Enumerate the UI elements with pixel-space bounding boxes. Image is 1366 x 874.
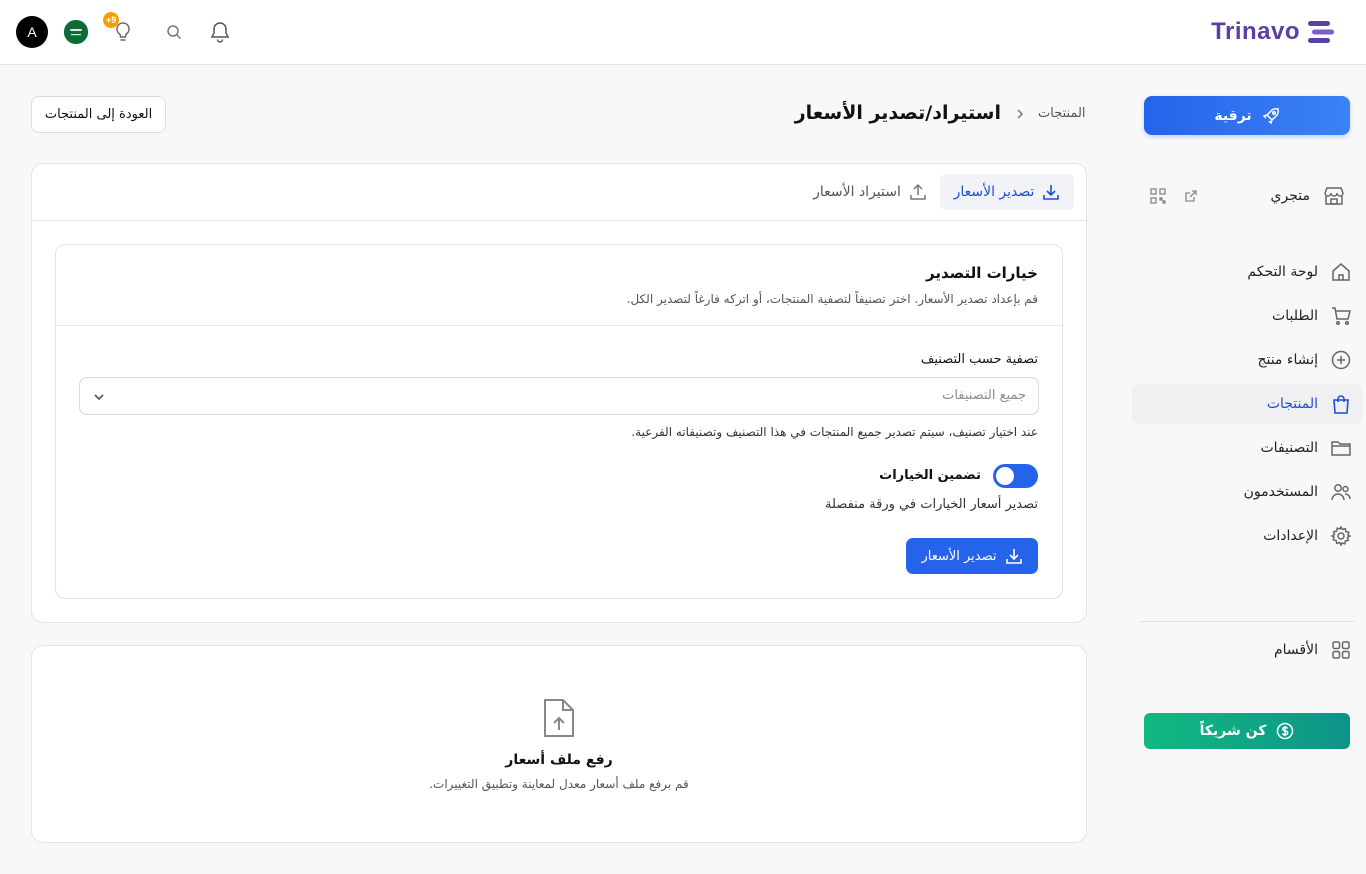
search-icon[interactable] — [166, 24, 182, 40]
tab-label: تصدير الأسعار — [953, 184, 1035, 200]
sidebar-item-sections[interactable]: الأقسام — [1132, 630, 1362, 670]
sidebar-item-settings[interactable]: الإعدادات — [1132, 516, 1362, 556]
export-options-subtitle: قم بإعداد تصدير الأسعار. اختر تصنيفاً لت… — [626, 292, 1038, 306]
download-icon — [1042, 183, 1060, 201]
sidebar-item-label: الأقسام — [1274, 642, 1318, 658]
download-icon — [1005, 547, 1023, 565]
include-variants-description: تصدير أسعار الخيارات في ورقة منفصلة — [825, 497, 1038, 512]
upload-title: رفع ملف أسعار — [505, 752, 613, 768]
export-prices-button[interactable]: تصدير الأسعار — [906, 538, 1038, 574]
panel-divider — [56, 325, 1062, 326]
grid-icon — [1330, 639, 1352, 661]
sidebar-item-categories[interactable]: التصنيفات — [1132, 428, 1362, 468]
back-to-products-button[interactable]: العودة إلى المنتجات — [31, 96, 166, 133]
brand-name: Trinavo — [1211, 18, 1300, 45]
sidebar-item-products[interactable]: المنتجات — [1132, 384, 1362, 424]
sidebar-item-orders[interactable]: الطلبات — [1132, 296, 1362, 336]
external-link-icon[interactable] — [1184, 189, 1198, 203]
store-label: متجري — [1270, 188, 1310, 204]
tab-import-prices[interactable]: استيراد الأسعار — [806, 174, 934, 210]
sidebar-item-label: التصنيفات — [1260, 440, 1319, 456]
user-avatar[interactable]: A — [16, 16, 48, 48]
top-bar — [0, 0, 1366, 65]
users-icon — [1330, 481, 1352, 503]
breadcrumb-products[interactable]: المنتجات — [1038, 106, 1086, 121]
bell-icon[interactable] — [210, 21, 230, 43]
sidebar-item-label: إنشاء منتج — [1257, 352, 1318, 368]
flag-icon[interactable] — [64, 20, 88, 44]
upload-prices-card[interactable] — [31, 645, 1087, 843]
gear-icon — [1330, 525, 1352, 547]
my-store-row[interactable]: متجري — [1140, 180, 1354, 214]
include-variants-toggle[interactable] — [993, 464, 1038, 488]
chevron-down-icon — [92, 390, 106, 404]
tab-label: استيراد الأسعار — [813, 184, 901, 200]
brand-logo[interactable]: Trinavo — [1211, 18, 1334, 46]
qr-code-icon[interactable] — [1150, 188, 1166, 204]
tab-export-prices[interactable]: تصدير الأسعار — [940, 174, 1074, 210]
logo-mark-icon — [1308, 20, 1334, 44]
select-placeholder: جميع التصنيفات — [942, 388, 1026, 403]
export-button-label: تصدير الأسعار — [921, 548, 997, 564]
partner-label: كن شريكاً — [1199, 723, 1267, 739]
home-icon — [1330, 261, 1352, 283]
export-options-title: خيارات التصدير — [926, 264, 1038, 282]
sidebar-item-label: الطلبات — [1272, 308, 1318, 324]
cart-icon — [1330, 305, 1352, 327]
chevron-right-icon — [1014, 108, 1026, 120]
include-variants-label: تضمين الخيارات — [879, 468, 981, 483]
toggle-knob — [996, 467, 1014, 485]
sidebar-item-label: المنتجات — [1266, 396, 1318, 412]
category-filter-select[interactable]: جميع التصنيفات — [79, 377, 1039, 415]
dollar-circle-icon — [1276, 722, 1294, 740]
store-icon — [1322, 184, 1346, 208]
upgrade-button[interactable]: ترقية — [1144, 96, 1350, 135]
category-filter-hint: عند اختيار تصنيف، سيتم تصدير جميع المنتج… — [631, 425, 1038, 439]
sidebar-item-users[interactable]: المستخدمون — [1132, 472, 1362, 512]
tabs-divider — [32, 220, 1086, 221]
sidebar-item-label: لوحة التحكم — [1247, 264, 1318, 280]
plus-circle-icon — [1330, 349, 1352, 371]
folder-icon — [1330, 437, 1352, 459]
upload-icon — [909, 183, 927, 201]
category-filter-label: تصفية حسب التصنيف — [920, 352, 1038, 367]
become-partner-button[interactable]: كن شريكاً — [1144, 713, 1350, 749]
sidebar-item-dashboard[interactable]: لوحة التحكم — [1132, 252, 1362, 292]
upload-subtitle: قم برفع ملف أسعار معدل لمعاينة وتطبيق ال… — [429, 777, 689, 791]
file-upload-icon — [541, 696, 577, 740]
page-title: استيراد/تصدير الأسعار — [794, 102, 1001, 124]
sidebar-item-create-product[interactable]: إنشاء منتج — [1132, 340, 1362, 380]
sidebar-item-label: الإعدادات — [1263, 528, 1318, 544]
sidebar-item-label: المستخدمون — [1243, 484, 1318, 500]
upgrade-label: ترقية — [1214, 107, 1252, 124]
sidebar-divider — [1140, 621, 1354, 622]
rocket-icon — [1262, 107, 1280, 125]
bag-icon — [1330, 393, 1352, 415]
